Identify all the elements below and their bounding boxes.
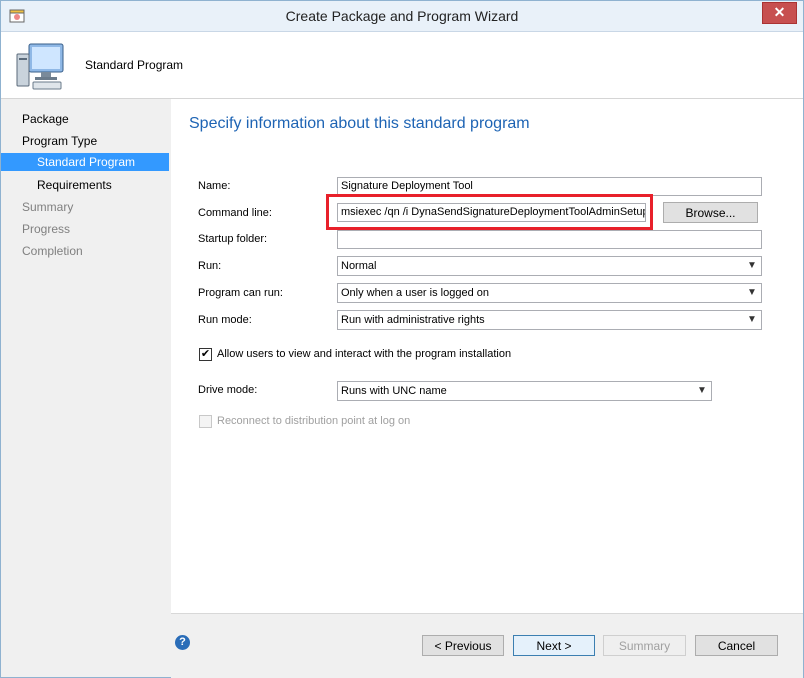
- program-can-run-value: Only when a user is logged on: [341, 287, 489, 299]
- nav-item-summary: Summary: [1, 197, 169, 217]
- computer-icon: [16, 43, 64, 90]
- drive-mode-value: Runs with UNC name: [341, 385, 447, 397]
- nav-item-label: Standard Program: [37, 155, 136, 169]
- startup-folder-label: Startup folder:: [198, 233, 268, 245]
- previous-button[interactable]: < Previous: [422, 635, 504, 656]
- nav-item-label: Program Type: [22, 134, 98, 148]
- nav-item-label: Requirements: [37, 178, 112, 192]
- nav-item-progress: Progress: [1, 219, 169, 239]
- reconnect-label: Reconnect to distribution point at log o…: [217, 415, 411, 427]
- command-line-field[interactable]: msiexec /qn /i DynaSendSignatureDeployme…: [337, 203, 646, 222]
- chevron-down-icon[interactable]: ▼: [695, 382, 709, 400]
- command-line-label: Command line:: [198, 207, 272, 219]
- window-title: Create Package and Program Wizard: [285, 8, 519, 24]
- page-header-title: Standard Program: [85, 58, 184, 72]
- drive-mode-label: Drive mode:: [198, 384, 258, 396]
- cancel-button[interactable]: Cancel: [695, 635, 778, 656]
- nav-item-label: Completion: [22, 244, 83, 258]
- close-button[interactable]: ✕: [762, 2, 797, 24]
- program-can-run-select[interactable]: Only when a user is logged on ▼: [337, 283, 762, 303]
- chevron-down-icon[interactable]: ▼: [745, 284, 759, 302]
- run-mode-label: Run mode:: [198, 314, 252, 326]
- drive-mode-select[interactable]: Runs with UNC name ▼: [337, 381, 712, 401]
- name-label: Name:: [198, 180, 231, 192]
- run-select-value: Normal: [341, 260, 377, 272]
- run-select[interactable]: Normal ▼: [337, 256, 762, 276]
- nav-item-label: Package: [22, 112, 69, 126]
- reconnect-checkbox: [199, 415, 212, 428]
- next-button[interactable]: Next >: [513, 635, 595, 656]
- help-icon[interactable]: ?: [175, 635, 190, 650]
- startup-folder-field[interactable]: [337, 230, 762, 249]
- nav-item-label: Summary: [22, 200, 74, 214]
- nav-item-label: Progress: [22, 222, 71, 236]
- chevron-down-icon[interactable]: ▼: [745, 311, 759, 329]
- browse-button[interactable]: Browse...: [663, 202, 758, 223]
- nav-item-program-type[interactable]: Program Type: [1, 131, 169, 151]
- nav-item-completion: Completion: [1, 241, 169, 261]
- wizard-footer: ? < Previous Next > Summary Cancel: [171, 613, 803, 678]
- content-panel: Specify information about this standard …: [171, 99, 803, 613]
- content-title: Specify information about this standard …: [189, 115, 530, 132]
- program-can-run-label: Program can run:: [198, 287, 283, 299]
- allow-interact-label: Allow users to view and interact with th…: [217, 348, 512, 360]
- nav-item-requirements[interactable]: Requirements: [1, 175, 169, 195]
- summary-button: Summary: [603, 635, 686, 656]
- run-mode-value: Run with administrative rights: [341, 314, 485, 326]
- nav-item-standard-program[interactable]: Standard Program: [1, 153, 169, 171]
- wizard-steps-nav: Package Program Type Standard Program Re…: [1, 99, 169, 677]
- wizard-window: Create Package and Program Wizard ✕ Stan…: [0, 0, 804, 678]
- allow-interact-checkbox[interactable]: ✔: [199, 348, 212, 361]
- run-label: Run:: [198, 260, 222, 272]
- nav-item-package[interactable]: Package: [1, 109, 169, 129]
- name-field[interactable]: Signature Deployment Tool: [337, 177, 762, 196]
- chevron-down-icon[interactable]: ▼: [745, 257, 759, 275]
- wizard-header: Standard Program: [1, 32, 803, 99]
- title-bar: Create Package and Program Wizard ✕: [1, 1, 803, 32]
- run-mode-select[interactable]: Run with administrative rights ▼: [337, 310, 762, 330]
